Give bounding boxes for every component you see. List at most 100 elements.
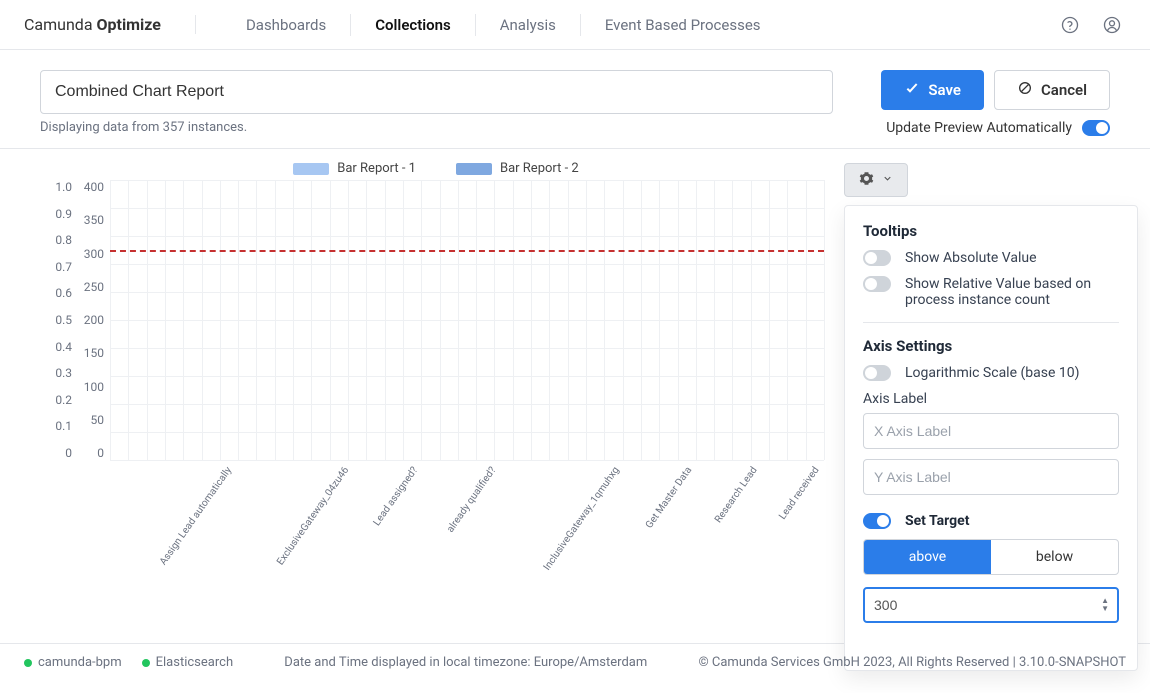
brand: Camunda Optimize [24, 15, 196, 34]
target-stepper[interactable]: ▲▼ [1101, 597, 1109, 613]
footer-es: Elasticsearch [142, 655, 233, 670]
editbar-left: Displaying data from 357 instances. [40, 70, 833, 135]
y-tick-left: 0.2 [55, 393, 72, 407]
toggle-set-target[interactable] [863, 513, 891, 529]
y-axis-label-input[interactable] [863, 459, 1119, 495]
edit-bar: Displaying data from 357 instances. Save… [0, 50, 1150, 148]
y-tick-right: 350 [84, 213, 104, 227]
y-tick-right: 100 [84, 380, 104, 394]
footer-copy: © Camunda Services GmbH 2023, All Rights… [698, 655, 1126, 670]
x-labels: Assign Lead automaticallyExclusiveGatewa… [110, 465, 824, 610]
y-axis-left-secondary: 400 350 300 250 200 150 100 50 0 [78, 180, 110, 460]
nav-dashboards[interactable]: Dashboards [230, 16, 342, 34]
label-log: Logarithmic Scale (base 10) [905, 365, 1079, 381]
engine-name: camunda-bpm [38, 655, 122, 670]
y-tick-left: 0.8 [55, 233, 72, 247]
auto-preview-toggle[interactable] [1082, 120, 1110, 136]
label-relative: Show Relative Value based on process ins… [905, 276, 1119, 308]
toggle-log[interactable] [863, 365, 891, 381]
y-tick-left: 0.7 [55, 260, 72, 274]
axis-title: Axis Settings [863, 337, 1119, 355]
swatch-1 [293, 163, 329, 175]
target-value-input[interactable] [863, 587, 1119, 623]
toggle-absolute[interactable] [863, 250, 891, 266]
nav-sep [475, 14, 476, 36]
row-absolute: Show Absolute Value [863, 250, 1119, 266]
panel-toggle-button[interactable] [844, 163, 908, 197]
y-tick-left: 0.4 [55, 340, 72, 354]
footer-tz: Date and Time displayed in local timezon… [253, 655, 678, 670]
y-tick-left: 1.0 [55, 180, 72, 194]
chart-wrap: 1.0 0.9 0.8 0.7 0.6 0.5 0.4 0.3 0.2 0.1 0 400 350 30… [48, 180, 824, 610]
nav-sep [350, 14, 351, 36]
tooltips-title: Tooltips [863, 222, 1119, 240]
seg-above[interactable]: above [864, 540, 991, 574]
y-tick-right: 50 [91, 413, 105, 427]
top-nav: Camunda Optimize Dashboards Collections … [0, 0, 1150, 50]
target-value-wrap: ▲▼ [863, 587, 1119, 623]
auto-preview-label: Update Preview Automatically [886, 120, 1072, 136]
legend-label-1: Bar Report - 1 [337, 161, 416, 176]
nav: Dashboards Collections Analysis Event Ba… [230, 14, 1056, 36]
legend-label-2: Bar Report - 2 [500, 161, 579, 176]
brand-b: Optimize [97, 15, 161, 34]
user-icon[interactable] [1098, 11, 1126, 39]
plot: Assign Lead automaticallyExclusiveGatewa… [110, 180, 824, 610]
cancel-icon [1017, 80, 1033, 100]
auto-preview-row: Update Preview Automatically [886, 120, 1110, 136]
status-dot-icon [24, 659, 32, 667]
y-tick-right: 250 [84, 280, 104, 294]
hr [863, 322, 1119, 323]
legend-item-1: Bar Report - 1 [293, 161, 416, 176]
swatch-2 [456, 163, 492, 175]
help-icon[interactable] [1056, 11, 1084, 39]
target-direction-segment: above below [863, 539, 1119, 575]
nav-collections[interactable]: Collections [359, 16, 467, 34]
instances-text: Displaying data from 357 instances. [40, 120, 833, 135]
cancel-label: Cancel [1041, 81, 1087, 99]
workspace: Bar Report - 1 Bar Report - 2 1.0 0.9 0.8 0… [0, 149, 1150, 643]
save-label: Save [928, 81, 961, 99]
check-icon [904, 80, 920, 100]
report-title-input[interactable] [40, 70, 833, 114]
row-set-target: Set Target [863, 513, 1119, 529]
y-tick-right: 200 [84, 313, 104, 327]
axis-label-heading: Axis Label [863, 391, 1119, 407]
row-relative: Show Relative Value based on process ins… [863, 276, 1119, 308]
legend-item-2: Bar Report - 2 [456, 161, 579, 176]
row-log: Logarithmic Scale (base 10) [863, 365, 1119, 381]
y-tick-left: 0 [65, 446, 72, 460]
config-panel: Tooltips Show Absolute Value Show Relati… [832, 149, 1150, 643]
y-tick-left: 0.9 [55, 207, 72, 221]
panel-scroll[interactable]: Tooltips Show Absolute Value Show Relati… [845, 206, 1137, 670]
y-tick-left: 0.6 [55, 286, 72, 300]
seg-below[interactable]: below [991, 540, 1118, 574]
chevron-down-icon [882, 172, 893, 188]
y-tick-left: 0.3 [55, 366, 72, 380]
status-dot-icon [142, 659, 150, 667]
y-tick-left: 0.1 [55, 419, 72, 433]
btn-row: Save Cancel [881, 70, 1110, 110]
nav-event-processes[interactable]: Event Based Processes [589, 16, 777, 34]
save-button[interactable]: Save [881, 70, 984, 110]
y-axis-left: 1.0 0.9 0.8 0.7 0.6 0.5 0.4 0.3 0.2 0.1 0 [48, 180, 78, 460]
brand-a: Camunda [24, 15, 97, 34]
bars [110, 180, 824, 460]
chart-legend: Bar Report - 1 Bar Report - 2 [48, 161, 824, 176]
x-axis-label-input[interactable] [863, 413, 1119, 449]
cancel-button[interactable]: Cancel [994, 70, 1110, 110]
top-actions [1056, 11, 1126, 39]
y-tick-left: 0.5 [55, 313, 72, 327]
y-tick-right: 150 [84, 346, 104, 360]
y-tick-right: 400 [84, 180, 104, 194]
es-name: Elasticsearch [156, 655, 233, 670]
toggle-relative[interactable] [863, 276, 891, 292]
y-tick-right: 300 [84, 247, 104, 261]
label-absolute: Show Absolute Value [905, 250, 1037, 266]
footer-engine: camunda-bpm [24, 655, 122, 670]
editbar-right: Save Cancel Update Preview Automatically [881, 70, 1110, 136]
chart-area: Bar Report - 1 Bar Report - 2 1.0 0.9 0.8 0… [0, 149, 832, 643]
nav-analysis[interactable]: Analysis [484, 16, 572, 34]
y-tick-right: 0 [97, 446, 104, 460]
set-target-label: Set Target [905, 513, 969, 529]
